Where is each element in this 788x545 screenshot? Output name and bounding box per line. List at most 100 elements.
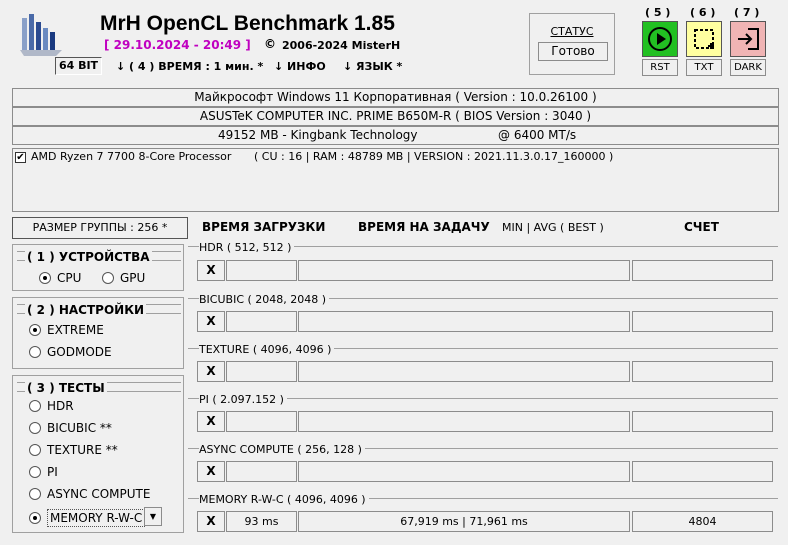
test-task-time: 67,919 ms | 71,961 ms: [298, 511, 630, 532]
test-task-time: [298, 260, 630, 281]
test-score: [632, 461, 773, 482]
test-name: HDR ( 512, 512 ): [199, 241, 295, 254]
test-load-time: [226, 461, 297, 482]
test-row-pi: PI ( 2.097.152 ) X: [188, 393, 778, 444]
exit-icon: [738, 28, 759, 50]
radio-async-dot[interactable]: [29, 488, 41, 500]
txt-number: ( 6 ): [690, 6, 716, 19]
device-list: ✔ AMD Ryzen 7 7700 8-Core Processor ( CU…: [12, 148, 779, 212]
radio-memory-rwc[interactable]: MEMORY R-W-C: [29, 509, 146, 527]
radio-extreme[interactable]: EXTREME: [29, 323, 104, 337]
play-icon: [648, 27, 672, 51]
group-size-box[interactable]: РАЗМЕР ГРУППЫ : 256 *: [12, 217, 188, 239]
time-menu[interactable]: ↓ ( 4 ) ВРЕМЯ : 1 мин. *: [116, 60, 263, 73]
radio-memory-label: MEMORY R-W-C: [47, 509, 146, 527]
radio-hdr[interactable]: HDR: [29, 399, 74, 413]
datetime-label: [ 29.10.2024 - 20:49 ]: [104, 38, 251, 52]
task-time-header: ВРЕМЯ НА ЗАДАЧУ: [358, 220, 490, 234]
test-load-time: [226, 260, 297, 281]
radio-godmode[interactable]: GODMODE: [29, 345, 112, 359]
radio-godmode-dot[interactable]: [29, 346, 41, 358]
test-name: MEMORY R-W-C ( 4096, 4096 ): [199, 493, 369, 506]
copyright-label: 2006-2024 MisterH: [282, 39, 401, 52]
app-logo: [20, 12, 62, 56]
status-value: Готово: [538, 42, 608, 61]
test-cancel-button[interactable]: X: [197, 361, 225, 382]
test-name: TEXTURE ( 4096, 4096 ): [199, 343, 335, 356]
test-row-async-compute: ASYNC COMPUTE ( 256, 128 ) X: [188, 443, 778, 494]
test-task-time: [298, 311, 630, 332]
status-label: СТАТУС: [550, 25, 594, 38]
memory-info-row: 49152 MB - Kingbank Technology @ 6400 MT…: [12, 126, 779, 145]
radio-gpu-dot[interactable]: [102, 272, 114, 284]
radio-async-compute[interactable]: ASYNC COMPUTE: [29, 487, 150, 501]
copyright-symbol: ©: [264, 37, 276, 51]
test-row-hdr: HDR ( 512, 512 ) X: [188, 241, 778, 292]
rst-button[interactable]: [642, 21, 678, 57]
dark-number: ( 7 ): [734, 6, 760, 19]
os-info: Майкрософт Windows 11 Корпоративная ( Ve…: [12, 88, 779, 107]
test-cancel-button[interactable]: X: [197, 411, 225, 432]
radio-async-label: ASYNC COMPUTE: [47, 487, 151, 501]
device-name[interactable]: AMD Ryzen 7 7700 8-Core Processor: [31, 150, 231, 163]
radio-texture-dot[interactable]: [29, 444, 41, 456]
radio-texture[interactable]: TEXTURE **: [29, 443, 118, 457]
test-load-time: 93 ms: [226, 511, 297, 532]
radio-texture-label: TEXTURE **: [47, 443, 118, 457]
test-cancel-button[interactable]: X: [197, 311, 225, 332]
radio-extreme-dot[interactable]: [29, 324, 41, 336]
radio-bicubic[interactable]: BICUBIC **: [29, 421, 112, 435]
test-row-texture: TEXTURE ( 4096, 4096 ) X: [188, 343, 778, 394]
status-panel: СТАТУС Готово: [529, 13, 615, 75]
devices-group-label: ( 1 ) УСТРОЙСТВА: [25, 250, 152, 264]
rst-label[interactable]: RST: [642, 59, 678, 76]
radio-bicubic-dot[interactable]: [29, 422, 41, 434]
crop-icon: [694, 29, 714, 49]
rst-number: ( 5 ): [645, 6, 671, 19]
test-cancel-button[interactable]: X: [197, 511, 225, 532]
radio-pi-label: PI: [47, 465, 58, 479]
radio-godmode-label: GODMODE: [47, 345, 112, 359]
app-title: MrH OpenCL Benchmark 1.85: [100, 12, 395, 35]
test-cancel-button[interactable]: X: [197, 260, 225, 281]
radio-memory-dot[interactable]: [29, 512, 41, 524]
test-task-time: [298, 411, 630, 432]
radio-cpu[interactable]: CPU: [39, 271, 81, 285]
test-load-time: [226, 411, 297, 432]
memory-speed: @ 6400 MT/s: [498, 128, 577, 142]
test-score: [632, 411, 773, 432]
radio-pi[interactable]: PI: [29, 465, 58, 479]
radio-pi-dot[interactable]: [29, 466, 41, 478]
test-score: [632, 260, 773, 281]
memory-dropdown[interactable]: ▼: [144, 507, 162, 526]
chevron-down-icon: ▼: [149, 512, 157, 521]
radio-gpu[interactable]: GPU: [102, 271, 145, 285]
radio-hdr-dot[interactable]: [29, 400, 41, 412]
settings-group-label: ( 2 ) НАСТРОЙКИ: [25, 303, 147, 317]
radio-cpu-label: CPU: [57, 271, 82, 285]
test-score: [632, 311, 773, 332]
devices-group: ( 1 ) УСТРОЙСТВА CPU GPU: [12, 244, 184, 291]
language-menu[interactable]: ↓ ЯЗЫК *: [343, 60, 402, 73]
test-load-time: [226, 311, 297, 332]
bits-badge: 64 BIT: [55, 57, 102, 75]
test-task-time: [298, 461, 630, 482]
txt-label[interactable]: TXT: [686, 59, 722, 76]
test-row-bicubic: BICUBIC ( 2048, 2048 ) X: [188, 293, 778, 344]
dark-button[interactable]: [730, 21, 766, 57]
txt-button[interactable]: [686, 21, 722, 57]
test-cancel-button[interactable]: X: [197, 461, 225, 482]
radio-gpu-label: GPU: [120, 271, 146, 285]
dark-label[interactable]: DARK: [730, 59, 766, 76]
test-name: BICUBIC ( 2048, 2048 ): [199, 293, 330, 306]
device-checkbox[interactable]: ✔: [15, 152, 26, 163]
settings-group: ( 2 ) НАСТРОЙКИ EXTREME GODMODE: [12, 297, 184, 369]
score-header: СЧЕТ: [684, 220, 719, 234]
test-load-time: [226, 361, 297, 382]
board-info: ASUSTeK COMPUTER INC. PRIME B650M-R ( BI…: [12, 107, 779, 126]
radio-cpu-dot[interactable]: [39, 272, 51, 284]
radio-hdr-label: HDR: [47, 399, 74, 413]
tests-group-label: ( 3 ) ТЕСТЫ: [25, 381, 107, 395]
info-menu[interactable]: ↓ ИНФО: [274, 60, 326, 73]
radio-bicubic-label: BICUBIC **: [47, 421, 112, 435]
